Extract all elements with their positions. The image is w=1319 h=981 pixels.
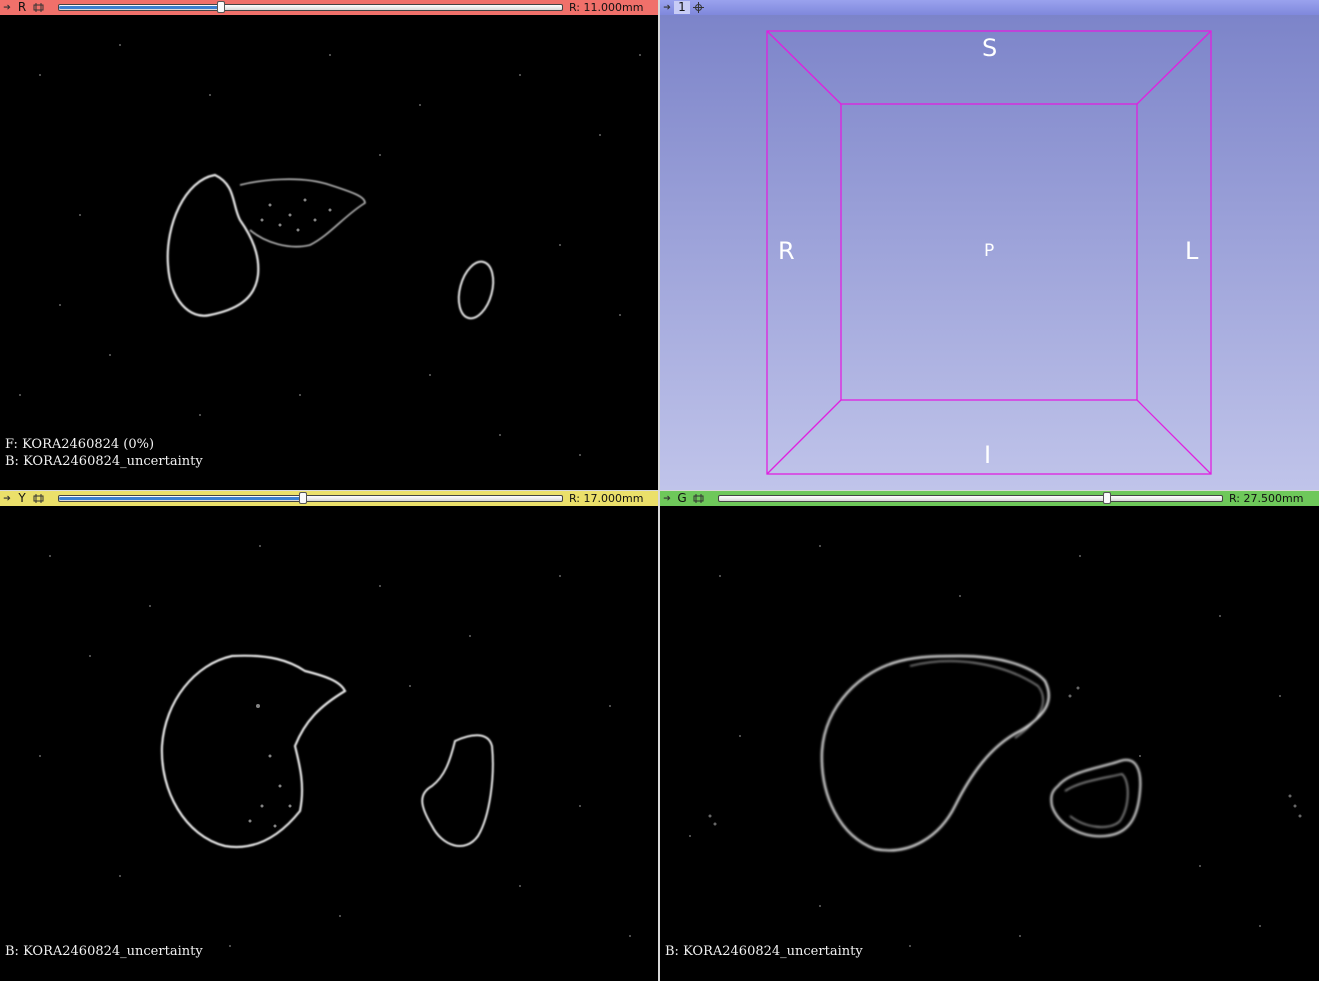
slider-track: [719, 497, 1107, 500]
link-icon[interactable]: [31, 1, 45, 14]
slider-thumb[interactable]: [299, 492, 307, 504]
layer-annotations: B: KORA2460824_uncertainty: [5, 943, 203, 960]
foreground-label: F: KORA2460824 (0%): [5, 437, 155, 452]
slice-image: [660, 506, 1319, 981]
slider-thumb[interactable]: [217, 1, 225, 13]
slider-thumb[interactable]: [1103, 492, 1111, 504]
background-label: B: KORA2460824_uncertainty: [5, 944, 203, 959]
horizontal-divider[interactable]: [0, 490, 1319, 491]
slider-track: [59, 6, 221, 9]
view-name-label: R: [17, 0, 27, 14]
threed-controller-bar: ➔ 1: [660, 0, 1319, 15]
background-label: B: KORA2460824_uncertainty: [5, 454, 203, 469]
view-name-label: Y: [18, 491, 26, 505]
orientation-label-right: R: [778, 237, 795, 265]
view-name-label: G: [677, 491, 687, 505]
slice-offset-value: R: 11.000mm: [565, 0, 658, 15]
pin-icon[interactable]: ➔: [0, 3, 14, 13]
threed-view[interactable]: ➔ 1 S R P L I: [660, 0, 1319, 490]
slice-offset-value: R: 27.500mm: [1225, 491, 1319, 506]
link-icon[interactable]: [31, 492, 45, 505]
pin-icon[interactable]: ➔: [660, 3, 674, 13]
slice-offset-value: R: 17.000mm: [565, 491, 658, 506]
layer-annotations: B: KORA2460824_uncertainty: [665, 943, 863, 960]
orientation-label-posterior: P: [984, 241, 995, 261]
view-settings-icon[interactable]: [691, 1, 705, 14]
slice-image: [0, 15, 658, 490]
orientation-label-left: L: [1185, 237, 1199, 265]
slider-track: [59, 497, 303, 500]
layer-annotations: F: KORA2460824 (0%) B: KORA2460824_uncer…: [5, 436, 203, 470]
slice-offset-slider[interactable]: [718, 492, 1223, 504]
view-name-label: 1: [674, 1, 690, 14]
green-slice-view[interactable]: ➔ G R: 27.500mm B: KORA2460824_uncertain…: [660, 491, 1319, 981]
slice-offset-slider[interactable]: [58, 492, 563, 504]
orientation-label-superior: S: [982, 34, 998, 62]
pin-icon[interactable]: ➔: [0, 494, 14, 504]
slice-offset-slider[interactable]: [58, 1, 563, 13]
red-slice-view[interactable]: ➔ R R: 11.000mm F: KORA2460824 (0%) B: K…: [0, 0, 658, 490]
link-icon[interactable]: [691, 492, 705, 505]
background-label: B: KORA2460824_uncertainty: [665, 944, 863, 959]
orientation-label-inferior: I: [984, 441, 992, 469]
slice-image: [0, 506, 658, 981]
pin-icon[interactable]: ➔: [660, 494, 674, 504]
yellow-slice-view[interactable]: ➔ Y R: 17.000mm B: KORA2460824_uncertain…: [0, 491, 658, 981]
